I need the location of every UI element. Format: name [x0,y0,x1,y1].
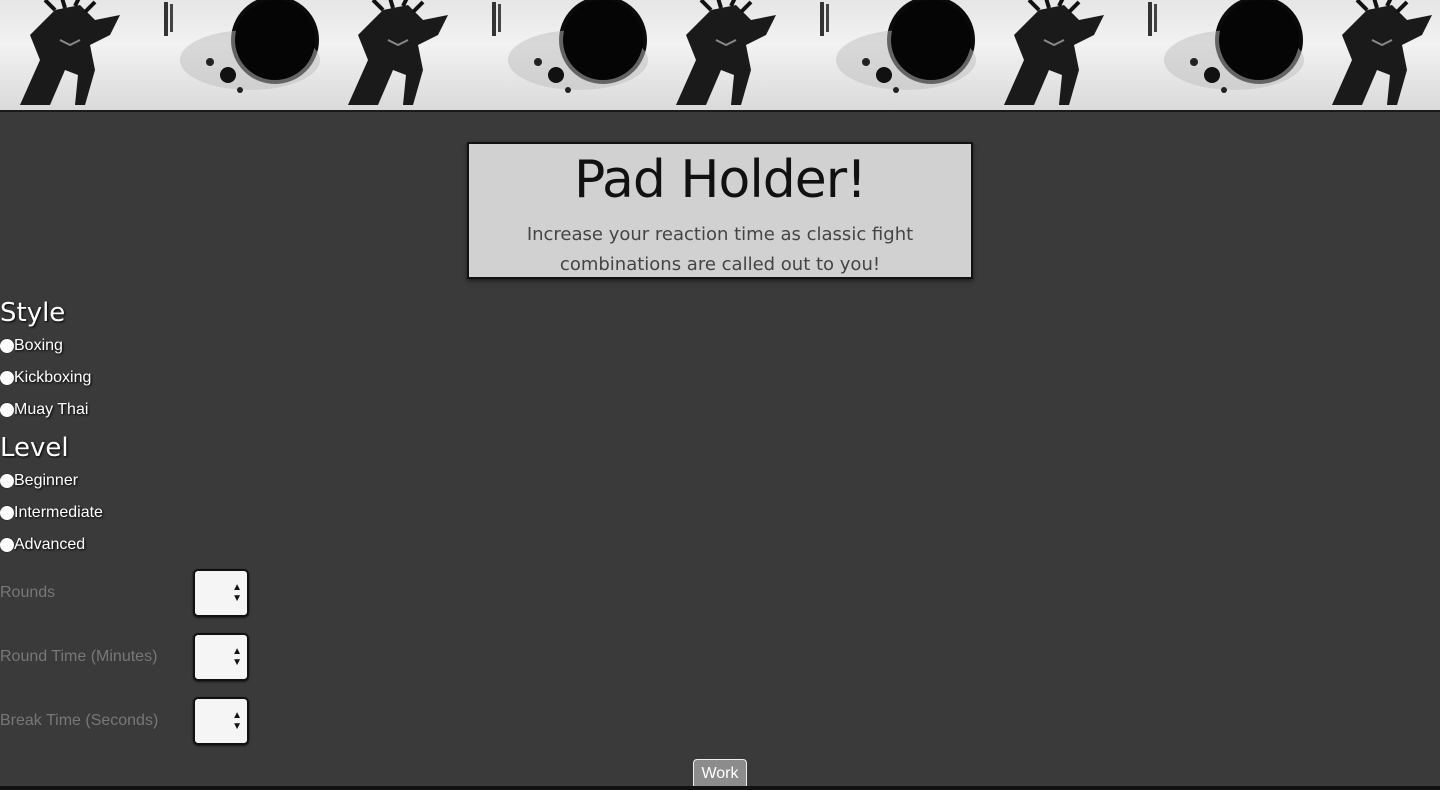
footer-divider [0,786,1440,790]
radio-label: Beginner [14,472,79,489]
page-title: Pad Holder! [573,150,867,210]
hero-card: Pad Holder! Increase your reaction time … [467,142,973,279]
banner-image [1312,0,1440,110]
radio-button[interactable] [0,506,14,520]
rounds-row: Rounds ▲ ▼ [0,567,260,619]
page-subtitle: Increase your reaction time as classic f… [526,224,914,275]
radio-label: Advanced [14,536,86,553]
radio-button[interactable] [0,371,14,385]
radio-intermediate[interactable]: Intermediate [0,497,300,529]
radio-label: Intermediate [14,504,103,521]
break-time-label: Break Time (Seconds) [0,712,159,729]
radio-button[interactable] [0,538,14,552]
header-banner [0,0,1440,112]
radio-label: Kickboxing [14,369,92,386]
work-button[interactable]: Work [693,759,747,789]
round-time-row: Round Time (Minutes) ▲ ▼ [0,631,260,683]
level-heading: Level [0,433,69,463]
round-time-input[interactable]: ▲ ▼ [193,633,249,681]
radio-kickboxing[interactable]: Kickboxing [0,362,300,394]
radio-advanced[interactable]: Advanced [0,529,300,561]
rounds-input[interactable]: ▲ ▼ [193,569,249,617]
radio-label: Boxing [14,337,63,354]
radio-label: Muay Thai [14,401,89,418]
settings-form: Style Boxing Kickboxing Muay Thai Level … [0,296,300,561]
spinner-arrows-icon[interactable]: ▲ ▼ [232,710,242,732]
rounds-label: Rounds [0,584,56,601]
banner-image [656,0,984,110]
radio-muay-thai[interactable]: Muay Thai [0,394,300,426]
radio-button[interactable] [0,339,14,353]
spinner-arrows-icon[interactable]: ▲ ▼ [232,582,242,604]
break-time-input[interactable]: ▲ ▼ [193,697,249,745]
break-time-row: Break Time (Seconds) ▲ ▼ [0,695,260,747]
radio-button[interactable] [0,403,14,417]
banner-image [328,0,656,110]
style-heading: Style [0,298,66,328]
round-time-label: Round Time (Minutes) [0,648,158,665]
spinner-arrows-icon[interactable]: ▲ ▼ [232,646,242,668]
banner-image [984,0,1312,110]
radio-beginner[interactable]: Beginner [0,465,300,497]
radio-button[interactable] [0,474,14,488]
radio-boxing[interactable]: Boxing [0,330,300,362]
banner-image [0,0,328,110]
